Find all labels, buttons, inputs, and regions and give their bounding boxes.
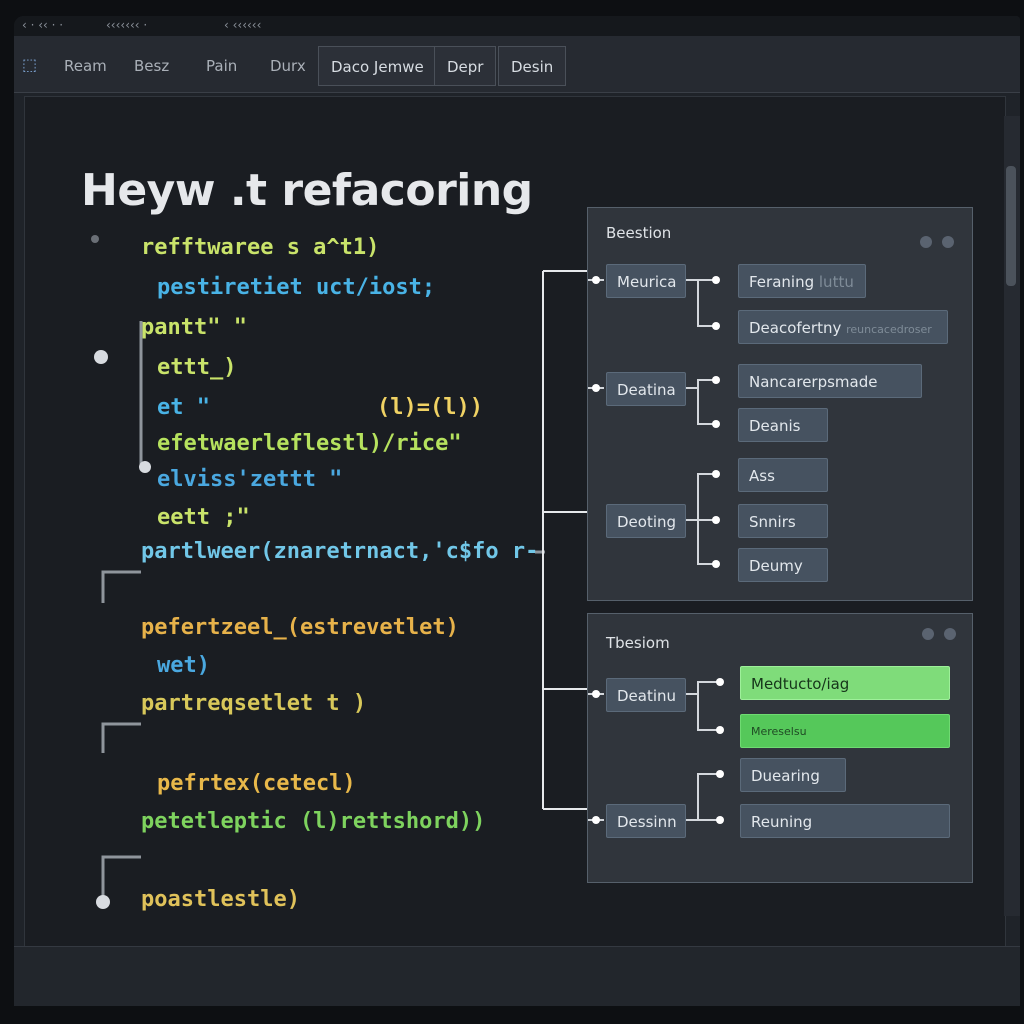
tree-node[interactable]: Reuning [740,804,950,838]
menubar-item[interactable]: ‹ · ‹‹ · · [22,18,63,32]
tab-besz[interactable]: Besz [122,46,181,86]
editor[interactable]: Heyw .t refacoring refftwaree s a^t1) pe… [24,96,1006,948]
menubar-item[interactable]: ‹‹‹‹‹‹‹ · [106,18,147,32]
tree-node-highlighted[interactable]: Mereselsu [740,714,950,748]
tab-daco-jemwe[interactable]: Daco Jemwe [318,46,437,86]
tree-node[interactable]: Deatina [606,372,686,406]
tree-node[interactable]: Deanis [738,408,828,442]
tree-node-faint: reuncacedroser [846,323,932,336]
tab-depr[interactable]: Depr [434,46,497,86]
menubar-item[interactable]: ‹ ‹‹‹‹‹‹ [224,18,261,32]
monitor: ‹ · ‹‹ · · ‹‹‹‹‹‹‹ · ‹ ‹‹‹‹‹‹ ⬚ Ream Bes… [0,0,1024,1024]
tree-node[interactable]: Deumy [738,548,828,582]
tree-node[interactable]: Snnirs [738,504,828,538]
tab-desin[interactable]: Desin [498,46,567,86]
tree-node[interactable]: Deoting [606,504,686,538]
tree-node[interactable]: Dessinn [606,804,686,838]
tree-node[interactable]: Deatinu [606,678,686,712]
scrollbar[interactable] [1006,166,1016,286]
tree-node[interactable]: Deacofertny reuncacedroser [738,310,948,344]
tree-node-label: Deacofertny [749,319,842,337]
tab-bar: ⬚ Ream Besz Pain Durx Daco Jemwe Depr De… [14,36,1020,93]
tree-node-faint: luttu [818,273,854,291]
status-bar [14,946,1020,1006]
diagram-panel: Tbesiom Deatinu Dessinn Medtucto/iag Mer… [587,613,973,883]
screen: ‹ · ‹‹ · · ‹‹‹‹‹‹‹ · ‹ ‹‹‹‹‹‹ ⬚ Ream Bes… [14,16,1020,1006]
tree-node[interactable]: Feraning luttu [738,264,866,298]
app-icon: ⬚ [22,55,38,74]
tree-node[interactable]: Ass [738,458,828,492]
tree-node[interactable]: Duearing [740,758,846,792]
diagram-panel: Beestion Meurica Deatina Deoting Feranin… [587,207,973,601]
tree-node[interactable]: Meurica [606,264,686,298]
tab-pain[interactable]: Pain [194,46,249,86]
tab-durx[interactable]: Durx [258,46,318,86]
tab-ream[interactable]: Ream [52,46,119,86]
menubar: ‹ · ‹‹ · · ‹‹‹‹‹‹‹ · ‹ ‹‹‹‹‹‹ [14,16,1020,36]
tree-node-label: Feraning [749,273,815,291]
tree-node[interactable]: Nancarerpsmade [738,364,922,398]
tree-node-highlighted[interactable]: Medtucto/iag [740,666,950,700]
